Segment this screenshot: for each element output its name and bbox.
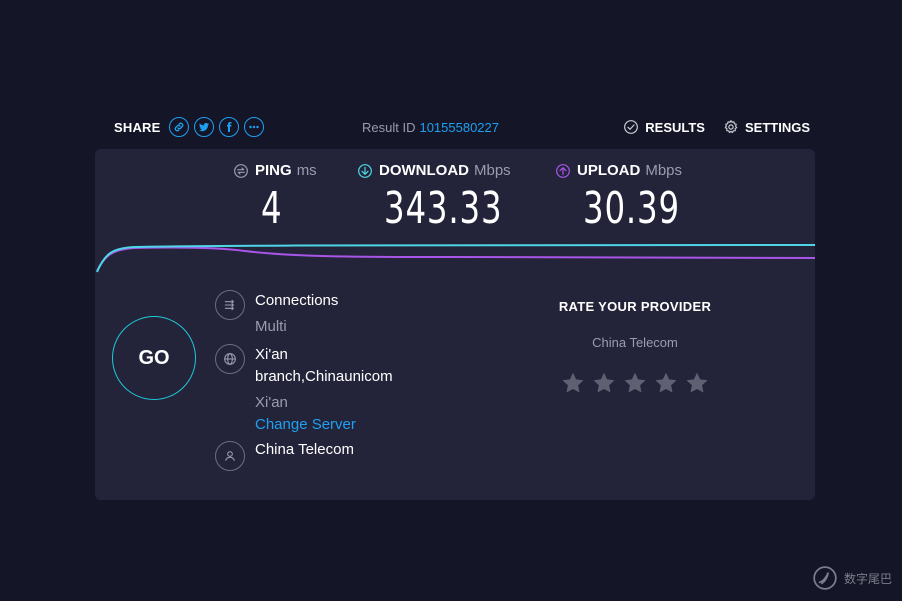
share-link-button[interactable] [168, 117, 189, 137]
rate-provider-name: China Telecom [592, 335, 678, 350]
top-bar: SHARE Result ID 10155580227 RESULTS SETTI… [114, 112, 810, 142]
result-id-label: Result ID [362, 120, 416, 135]
speed-graph [96, 244, 815, 273]
facebook-icon [226, 122, 232, 132]
upload-unit: Mbps [645, 162, 683, 179]
share-facebook-button[interactable] [218, 117, 239, 137]
result-id-value[interactable]: 10155580227 [419, 120, 499, 135]
ping-header: PING ms [233, 162, 317, 179]
upload-metric: UPLOAD Mbps 30.39 [555, 162, 701, 231]
result-panel: PING ms 4 DOWNLOAD Mbps 343.33 UPLOAD Mb… [95, 149, 815, 500]
connections-icon [224, 299, 235, 311]
download-metric: DOWNLOAD Mbps 343.33 [357, 162, 528, 231]
upload-header: UPLOAD Mbps [555, 162, 701, 179]
star-icon[interactable] [560, 370, 586, 396]
star-icon[interactable] [622, 370, 648, 396]
more-icon [248, 125, 259, 129]
download-value: 343.33 [384, 183, 503, 234]
upload-icon [556, 163, 570, 178]
star-icon[interactable] [684, 370, 710, 396]
isp-info: China Telecom [215, 441, 354, 471]
gear-icon [724, 120, 738, 134]
download-unit: Mbps [474, 162, 511, 179]
results-label: RESULTS [645, 119, 705, 135]
go-button[interactable]: GO [112, 316, 196, 400]
settings-link[interactable]: SETTINGS [723, 119, 810, 135]
ping-metric: PING ms 4 [233, 162, 317, 231]
upload-graph-line [96, 246, 815, 272]
connections-icon-wrap [215, 290, 245, 320]
server-name-line1: Xi'an [255, 346, 288, 363]
user-icon [225, 451, 235, 461]
watermark: 数字尾巴 [812, 565, 892, 591]
download-icon [358, 163, 372, 178]
globe-icon-wrap [215, 344, 245, 374]
server-name-line2: branch,Chinaunicom [255, 368, 393, 385]
star-rating [525, 370, 745, 396]
watermark-logo-icon [813, 566, 837, 590]
connections-info: Connections Multi [215, 290, 338, 338]
header-links: RESULTS SETTINGS [605, 119, 810, 135]
server-info: Xi'an branch,Chinaunicom Xi'an Change Se… [215, 344, 393, 436]
star-icon[interactable] [653, 370, 679, 396]
rate-title: RATE YOUR PROVIDER [558, 299, 712, 314]
change-server-link[interactable]: Change Server [255, 414, 393, 436]
share-label: SHARE [114, 119, 161, 135]
server-location: Xi'an [255, 394, 288, 411]
rate-provider: RATE YOUR PROVIDER China Telecom [525, 299, 745, 396]
share-more-button[interactable] [243, 117, 264, 137]
connections-title: Connections [255, 292, 339, 309]
user-icon-wrap [215, 441, 245, 471]
settings-label: SETTINGS [744, 119, 810, 135]
check-circle-icon [624, 120, 639, 134]
twitter-icon [198, 122, 209, 132]
ping-icon [234, 163, 248, 178]
upload-label: UPLOAD [577, 162, 641, 179]
result-id: Result ID 10155580227 [362, 120, 499, 135]
share-group: SHARE [114, 117, 269, 137]
download-label: DOWNLOAD [379, 162, 469, 179]
download-header: DOWNLOAD Mbps [357, 162, 528, 179]
link-icon [174, 122, 183, 132]
ping-unit: ms [296, 162, 317, 179]
ping-label: PING [255, 162, 292, 179]
upload-value: 30.39 [583, 183, 681, 234]
globe-icon [224, 353, 236, 365]
watermark-text: 数字尾巴 [843, 571, 892, 586]
connections-value: Multi [255, 318, 287, 335]
isp-name: China Telecom [255, 441, 354, 458]
share-twitter-button[interactable] [193, 117, 214, 137]
ping-value: 4 [261, 183, 283, 234]
results-link[interactable]: RESULTS [623, 119, 705, 135]
star-icon[interactable] [591, 370, 617, 396]
